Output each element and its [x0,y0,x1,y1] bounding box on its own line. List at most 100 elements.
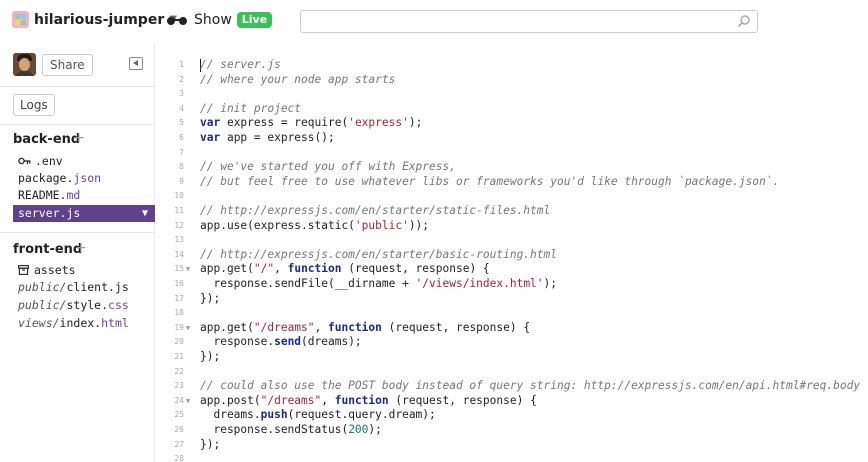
code-token: (request.query.dream); [287,408,436,422]
search-icon [737,15,750,28]
line-number: 3 [179,89,184,99]
code-token: var [200,131,221,144]
add-frontend-file-icon[interactable]: + [75,240,87,256]
project-menu[interactable]: hilarious-jumper ▼ [12,11,177,28]
code-text: }); [200,292,220,307]
show-live-button[interactable]: Show Live [166,12,273,28]
code-line: 23 // could also use the POST body instea… [156,379,868,394]
folder-assets[interactable]: assets [13,262,155,279]
line-number: 13 [174,235,184,245]
file-name: README. [18,188,67,202]
code-line: 9 // but feel free to use whatever libs o… [156,175,868,190]
code-line: 13 [156,233,868,248]
line-number: 27 [174,439,184,449]
code-token: '/views/index.html' [415,277,544,290]
code-token: app.get( [200,320,254,334]
file-dir: public/ [18,298,67,312]
code-line: 28 [156,452,868,462]
avatar[interactable] [13,53,36,76]
code-line: 14 // http://expressjs.com/en/starter/bas… [156,248,868,263]
chevron-down-icon[interactable]: ▼ [142,205,148,222]
code-text: app.get("/", function (request, response… [200,262,490,277]
file-server-js[interactable]: server.js ▼ [13,205,155,222]
code-token: // init project [200,101,302,115]
line-number: 10 [174,191,184,201]
code-token: // but feel free to use whatever libs or… [200,174,780,188]
divider [0,124,155,125]
line-number: 5 [179,118,184,128]
code-text: var express = require('express'); [200,116,422,131]
code-line: 17}); [156,292,868,307]
file-public-client-js[interactable]: public/client.js [13,279,155,296]
top-bar: hilarious-jumper ▼ Show Live [0,0,868,43]
code-line: 10 [156,189,868,204]
line-number: 2 [179,74,184,84]
code-line: 26 response.sendStatus(200); [156,423,868,438]
search-input[interactable] [301,11,721,33]
code-text: response.sendStatus(200); [200,423,382,438]
code-token: response.sendStatus( [200,423,349,436]
file-readme-md[interactable]: README.md [13,187,155,204]
logs-button[interactable]: Logs [13,94,55,116]
code-token: )); [408,218,430,232]
code-token: push [260,408,288,422]
code-text: // server.js [200,58,281,73]
code-token: ); [543,277,558,290]
code-editor[interactable]: 1 // server.js 2 // where your node app sta… [156,43,868,462]
file-public-style-css[interactable]: public/style.css [13,297,155,314]
code-token: "/dreams" [260,393,322,407]
file-ext: css [108,298,129,312]
code-token: (request, response) { [388,393,537,407]
fold-toggle-icon[interactable]: ▼ [186,321,190,336]
code-token: // we've started you off with Express, [200,160,456,174]
file-name: assets [34,263,76,277]
line-number: 28 [174,454,184,462]
line-number: 20 [174,337,184,347]
code-token: send [274,335,302,349]
file-ext: html [101,316,129,330]
code-line: 2 // where your node app starts [156,73,868,88]
file-views-index-html[interactable]: views/index.html [13,315,155,332]
line-number: 15 [174,264,184,274]
search-box[interactable] [300,10,758,33]
code-token: ); [368,423,382,436]
line-number: 21 [174,352,184,361]
line-number: 18 [174,308,184,318]
code-token: 'public' [354,218,409,232]
project-logo-icon [12,11,29,28]
code-line: 8 // we've started you off with Express, [156,160,868,175]
share-button[interactable]: Share [42,54,93,76]
line-number: 25 [174,410,184,420]
code-token: }); [200,291,221,305]
code-token: app = express(); [220,131,335,144]
project-name: hilarious-jumper [34,11,165,28]
code-token: function [334,393,389,407]
code-token: response. [200,335,275,349]
line-number: 8 [179,162,184,172]
code-token: (request, response) { [381,320,531,334]
code-line: 11 // http://expressjs.com/en/starter/sta… [156,204,868,219]
code-text: app.get("/dreams", function (request, re… [200,321,530,336]
code-line: 19 ▼ app.get("/dreams", function (request,… [156,321,868,336]
code-text: // init project [200,102,301,117]
file-name: .env [35,154,63,168]
code-token: (dreams); [301,335,362,349]
file-env[interactable]: .env [13,153,155,170]
code-token: , [321,393,335,407]
line-number: 6 [179,133,184,142]
collapse-sidebar-icon[interactable] [129,57,143,70]
code-line: 3 [156,87,868,102]
file-package-json[interactable]: package.json [13,170,155,187]
code-text: }); [200,350,220,365]
line-number: 4 [179,103,184,113]
code-token: (request, response) { [341,262,490,276]
code-text: // we've started you off with Express, [200,160,456,175]
code-line: 25 dreams.push(request.query.dream); [156,408,868,423]
code-token: app.get( [200,262,254,276]
sunglasses-icon [166,13,190,27]
divider [0,86,155,87]
fold-toggle-icon[interactable]: ▼ [186,262,190,277]
fold-toggle-icon[interactable]: ▼ [186,394,190,409]
add-backend-file-icon[interactable]: + [73,130,85,146]
file-name: server.js [18,206,81,220]
